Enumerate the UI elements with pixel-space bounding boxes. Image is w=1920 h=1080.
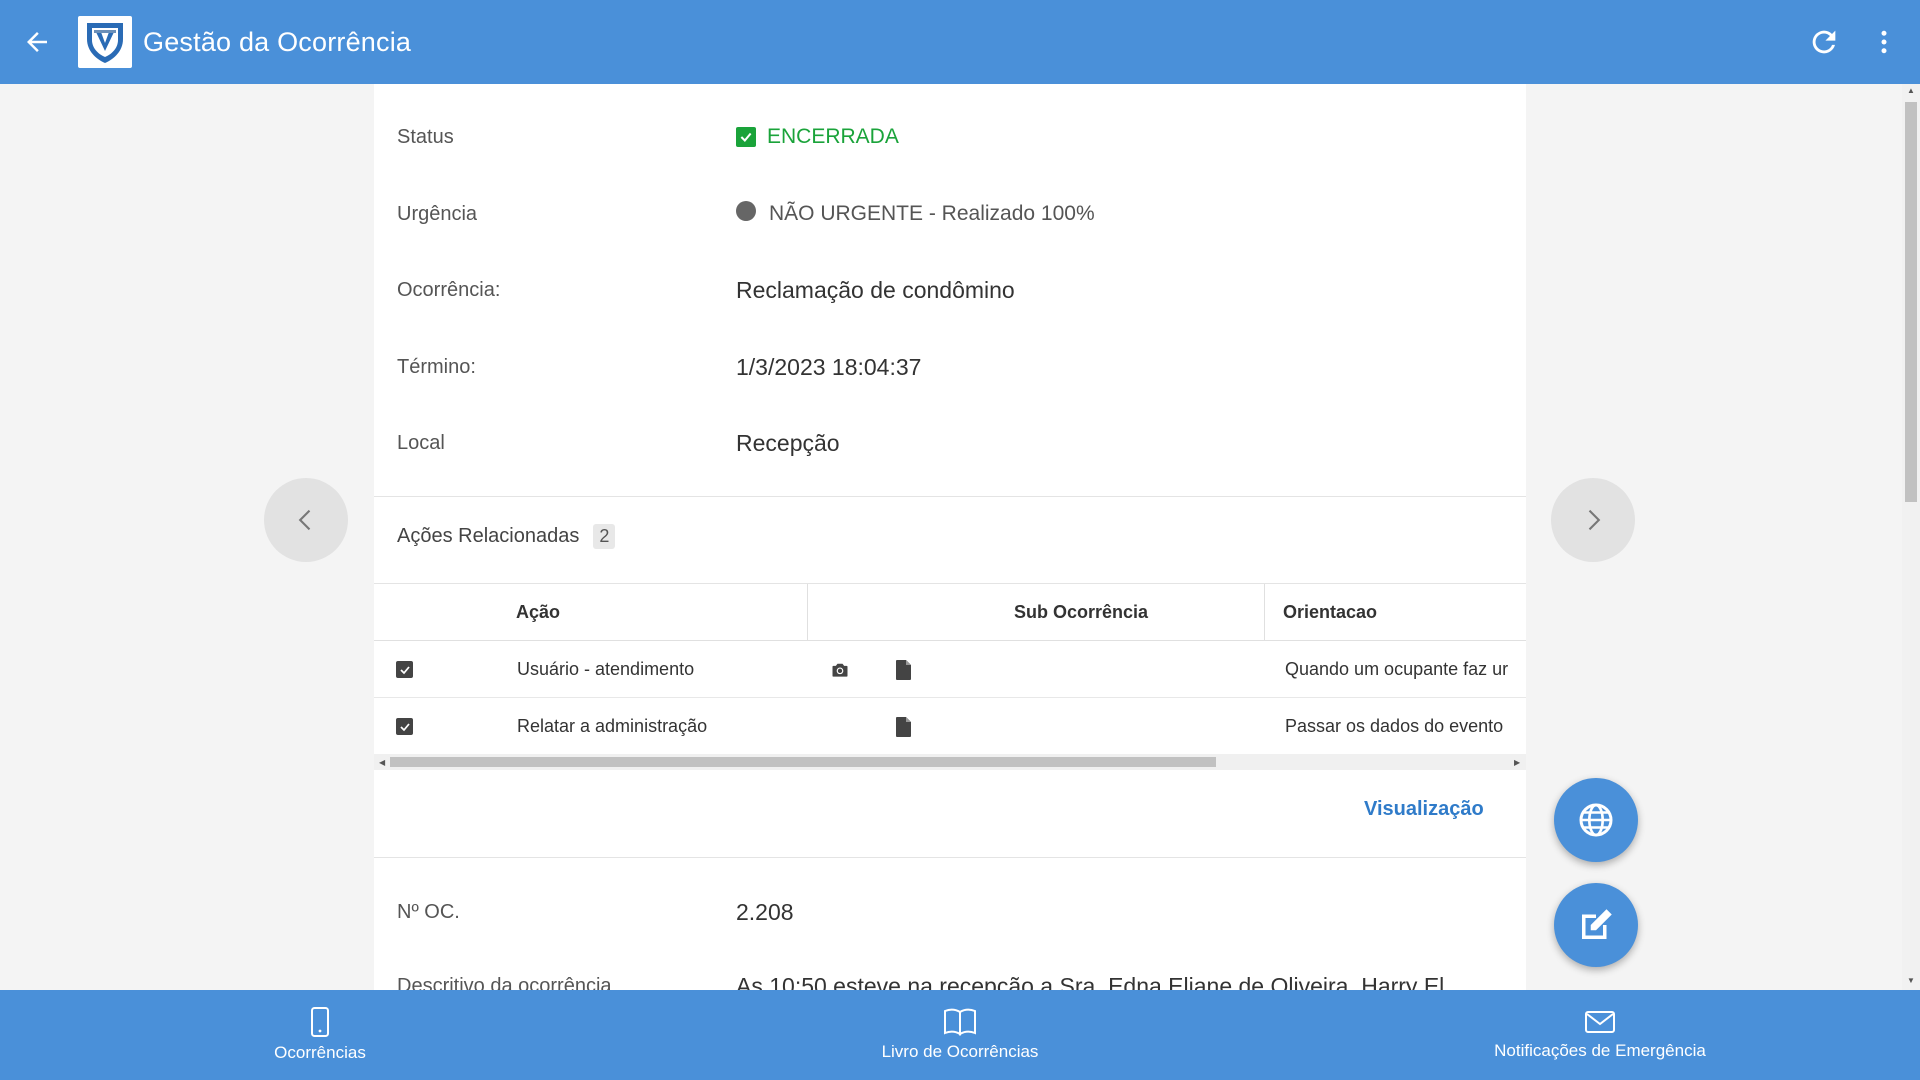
acoes-header: Ações Relacionadas 2 (397, 524, 616, 549)
status-label: Status (397, 125, 454, 148)
ocorrencia-value: Reclamação de condômino (736, 276, 1015, 303)
vertical-scrollbar[interactable]: ▲ ▼ (1902, 84, 1920, 990)
termino-label: Término: (397, 355, 476, 378)
status-value: ENCERRADA (736, 117, 899, 157)
scroll-left-arrow-icon[interactable]: ◀ (379, 758, 385, 767)
scroll-right-arrow-icon[interactable]: ▶ (1514, 758, 1520, 767)
urgencia-text: NÃO URGENTE - Realizado 100% (769, 202, 1095, 225)
visualizacao-link[interactable]: Visualização (1364, 798, 1484, 821)
urgencia-value: NÃO URGENTE - Realizado 100% (736, 201, 1095, 226)
column-separator (807, 584, 808, 641)
refresh-icon (1812, 30, 1836, 54)
descritivo-label: Descritivo da ocorrência (397, 974, 612, 991)
occurrence-card: Status ENCERRADA Urgência NÃO URGENTE - … (374, 84, 1526, 990)
chevron-left-icon (298, 509, 311, 531)
status-text: ENCERRADA (767, 125, 899, 148)
tab-livro-de-ocorrencias[interactable]: Livro de Ocorrências (640, 990, 1280, 1080)
ocorrencia-label: Ocorrência: (397, 278, 501, 301)
numero-row: Nº OC. 2.208 (374, 892, 1526, 932)
local-value: Recepção (736, 429, 840, 456)
ocorrencia-row: Ocorrência: Reclamação de condômino (374, 270, 1526, 310)
acoes-grid: Ação Sub Ocorrência Orientacao Usuário -… (374, 584, 1526, 772)
column-header-sub-ocorrencia[interactable]: Sub Ocorrência (1014, 584, 1148, 641)
urgency-dot-icon (736, 201, 756, 221)
numero-value: 2.208 (736, 898, 794, 925)
app-logo (78, 16, 132, 68)
status-row: Status ENCERRADA (374, 117, 1526, 157)
arrow-left-icon (27, 32, 47, 52)
more-vert-icon (1881, 30, 1887, 54)
tab-label: Ocorrências (274, 1043, 366, 1062)
table-row[interactable]: Relatar a administração Passar os dados … (374, 698, 1526, 755)
tab-notificacoes-de-emergencia[interactable]: Notificações de Emergência (1280, 990, 1920, 1080)
grid-header: Ação Sub Ocorrência Orientacao (374, 584, 1526, 641)
book-icon (944, 1008, 976, 1036)
page-title: Gestão da Ocorrência (143, 26, 412, 57)
tab-label: Notificações de Emergência (1494, 1041, 1706, 1060)
table-row[interactable]: Usuário - atendimento Quando um ocupante… (374, 641, 1526, 698)
phone-icon (311, 1007, 329, 1037)
camera-icon[interactable] (830, 641, 850, 698)
column-header-orientacao[interactable]: Orientacao (1283, 584, 1377, 641)
row-checkbox[interactable] (396, 641, 413, 698)
edit-fab-button[interactable] (1554, 883, 1638, 967)
tab-label: Livro de Ocorrências (881, 1042, 1039, 1061)
termino-row: Término: 1/3/2023 18:04:37 (374, 347, 1526, 387)
column-separator (1264, 584, 1265, 641)
numero-label: Nº OC. (397, 900, 460, 923)
horizontal-scrollbar[interactable]: ◀ ▶ (374, 754, 1526, 770)
file-icon[interactable] (896, 698, 912, 755)
descritivo-value: As 10:50 esteve na recepção a Sra. Edna … (736, 972, 1445, 991)
chevron-right-icon (1588, 509, 1601, 531)
file-icon[interactable] (896, 641, 912, 698)
edit-icon (1582, 909, 1612, 939)
globe-icon (1579, 803, 1613, 837)
scrollbar-thumb[interactable] (1905, 102, 1917, 502)
orientacao-cell: Quando um ocupante faz ur (1285, 659, 1509, 679)
checkbox-checked-icon (396, 718, 413, 735)
orientacao-cell: Passar os dados do evento (1285, 716, 1504, 736)
check-square-icon (736, 127, 756, 147)
checkbox-checked-icon (396, 661, 413, 678)
local-label: Local (397, 431, 445, 454)
scroll-down-arrow-icon[interactable]: ▼ (1907, 976, 1915, 985)
mail-icon (1585, 1011, 1615, 1033)
urgencia-row: Urgência NÃO URGENTE - Realizado 100% (374, 194, 1526, 234)
app-bar: Gestão da Ocorrência (0, 0, 1920, 84)
scroll-up-arrow-icon[interactable]: ▲ (1907, 86, 1915, 95)
column-header-acao[interactable]: Ação (516, 584, 560, 641)
divider (374, 496, 1526, 497)
back-button[interactable] (0, 0, 74, 84)
acoes-title: Ações Relacionadas (397, 525, 580, 547)
scrollbar-thumb[interactable] (390, 757, 1216, 767)
more-menu-button[interactable] (1854, 12, 1914, 72)
descritivo-row: Descritivo da ocorrência As 10:50 esteve… (374, 966, 1526, 991)
urgencia-label: Urgência (397, 202, 478, 225)
divider (374, 857, 1526, 858)
next-button[interactable] (1551, 478, 1635, 562)
row-checkbox[interactable] (396, 698, 413, 755)
content-area: Status ENCERRADA Urgência NÃO URGENTE - … (0, 84, 1920, 990)
bottom-navigation: Ocorrências Livro de Ocorrências Notific… (0, 990, 1920, 1080)
previous-button[interactable] (264, 478, 348, 562)
refresh-button[interactable] (1794, 12, 1854, 72)
tab-ocorrencias[interactable]: Ocorrências (0, 990, 640, 1080)
acao-cell: Relatar a administração (517, 716, 708, 736)
acao-cell: Usuário - atendimento (517, 659, 695, 679)
termino-value: 1/3/2023 18:04:37 (736, 353, 922, 380)
local-row: Local Recepção (374, 423, 1526, 463)
acoes-count-badge: 2 (593, 524, 616, 549)
web-fab-button[interactable] (1554, 778, 1638, 862)
